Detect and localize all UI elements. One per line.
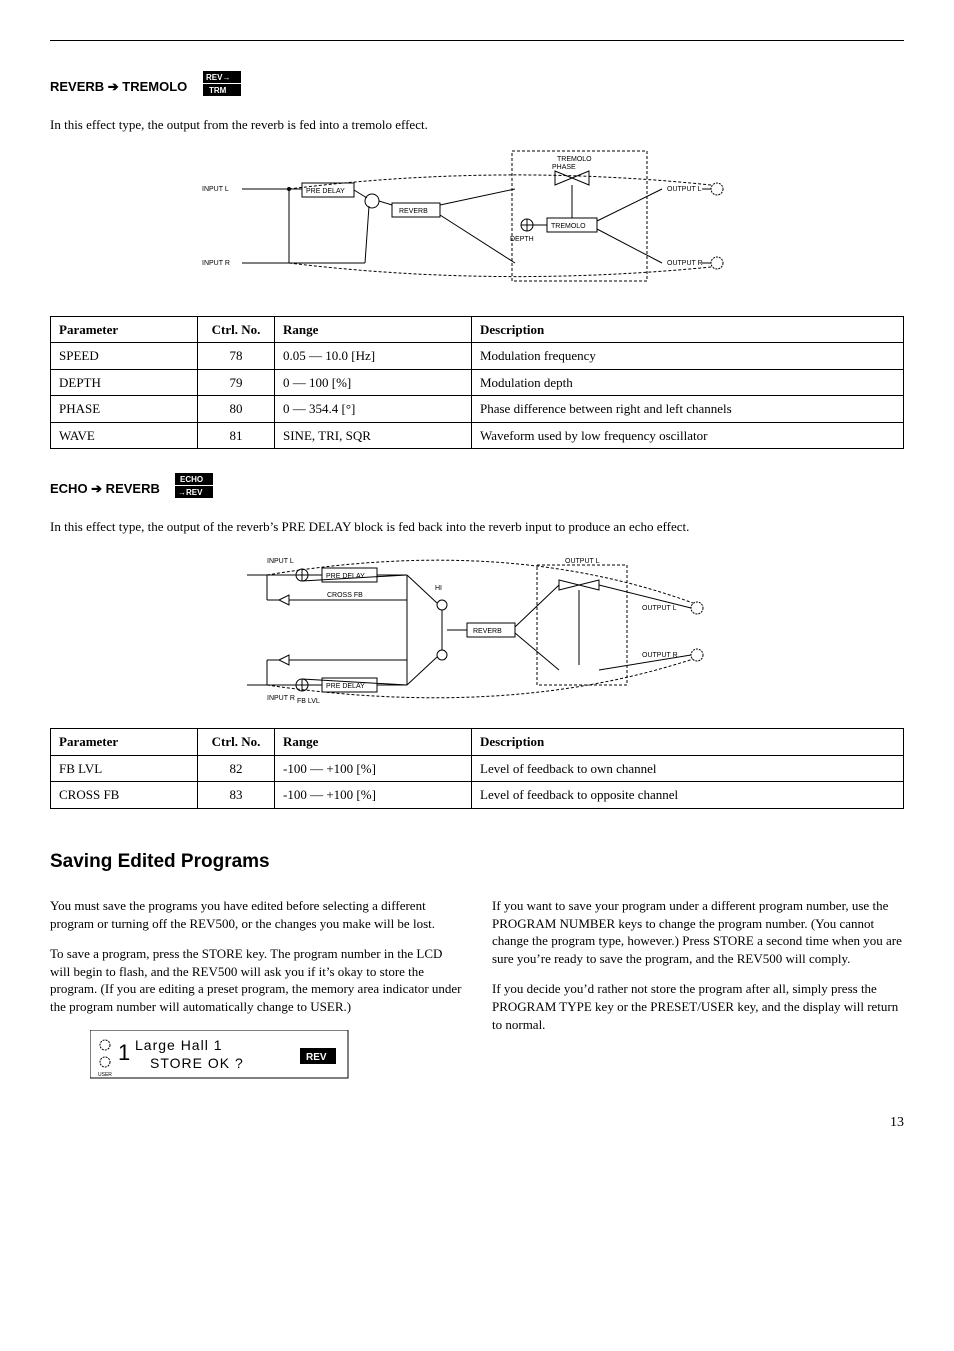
saving-p4: If you decide you’d rather not store the…: [492, 980, 904, 1033]
svg-text:Large Hall 1: Large Hall 1: [135, 1037, 223, 1053]
svg-text:OUTPUT L: OUTPUT L: [667, 186, 702, 193]
table-header-row: Parameter Ctrl. No. Range Description: [51, 316, 904, 343]
section2-icon: ECHO →REV: [175, 473, 215, 504]
table-row: WAVE 81 SINE, TRI, SQR Waveform used by …: [51, 422, 904, 449]
svg-text:OUTPUT R: OUTPUT R: [667, 260, 703, 267]
col-desc: Description: [472, 729, 904, 756]
cell-range: 0 — 100 [%]: [275, 369, 472, 396]
saving-heading: Saving Edited Programs: [50, 849, 904, 875]
svg-text:REV→: REV→: [206, 73, 230, 82]
table-header-row: Parameter Ctrl. No. Range Description: [51, 729, 904, 756]
table-row: SPEED 78 0.05 — 10.0 [Hz] Modulation fre…: [51, 343, 904, 370]
page-number: 13: [50, 1114, 904, 1133]
section-reverb-tremolo: REVERB ➔ TREMOLO REV→ TRM In this effect…: [50, 71, 904, 449]
cell-param: DEPTH: [51, 369, 198, 396]
cell-param: CROSS FB: [51, 782, 198, 809]
saving-columns: You must save the programs you have edit…: [50, 884, 904, 1084]
cell-range: 0.05 — 10.0 [Hz]: [275, 343, 472, 370]
cell-param: FB LVL: [51, 755, 198, 782]
section1-intro: In this effect type, the output from the…: [50, 116, 904, 134]
col-range: Range: [275, 729, 472, 756]
cell-range: -100 — +100 [%]: [275, 782, 472, 809]
cell-ctrl: 78: [198, 343, 275, 370]
table-row: PHASE 80 0 — 354.4 [°] Phase difference …: [51, 396, 904, 423]
section1-diagram: TREMOLO PHASE INPUT L PRE DELAY REVERB: [50, 143, 904, 298]
cell-param: PHASE: [51, 396, 198, 423]
cell-ctrl: 83: [198, 782, 275, 809]
svg-text:INPUT L: INPUT L: [202, 186, 229, 193]
svg-text:1: 1: [118, 1040, 130, 1065]
cell-desc: Level of feedback to own channel: [472, 755, 904, 782]
svg-text:PRE DELAY: PRE DELAY: [306, 188, 345, 195]
svg-text:CROSS FB: CROSS FB: [327, 592, 363, 599]
cell-param: WAVE: [51, 422, 198, 449]
svg-text:USER: USER: [98, 1072, 112, 1078]
col-parameter: Parameter: [51, 316, 198, 343]
svg-text:→REV: →REV: [178, 488, 203, 497]
table-row: FB LVL 82 -100 — +100 [%] Level of feedb…: [51, 755, 904, 782]
svg-text:PHASE: PHASE: [552, 164, 576, 171]
svg-text:ECHO: ECHO: [180, 475, 203, 484]
echo-reverb-diagram: INPUT L INPUT R PRE DELAY PRE DELAY CROS…: [207, 545, 747, 705]
col-parameter: Parameter: [51, 729, 198, 756]
saving-p3: If you want to save your program under a…: [492, 897, 904, 967]
svg-text:TREMOLO: TREMOLO: [557, 156, 592, 163]
cell-ctrl: 80: [198, 396, 275, 423]
svg-text:INPUT L: INPUT L: [267, 558, 294, 565]
col-desc: Description: [472, 316, 904, 343]
cell-param: SPEED: [51, 343, 198, 370]
lcd-display: USER 1 Large Hall 1 STORE OK ? REV: [90, 1030, 462, 1085]
svg-text:OUTPUT L: OUTPUT L: [565, 558, 600, 565]
saving-p2: To save a program, press the STORE key. …: [50, 945, 462, 1015]
svg-text:REVERB: REVERB: [399, 208, 428, 215]
col-ctrl-no: Ctrl. No.: [198, 729, 275, 756]
svg-text:PRE DELAY: PRE DELAY: [326, 683, 365, 690]
cell-desc: Phase difference between right and left …: [472, 396, 904, 423]
svg-text:TREMOLO: TREMOLO: [551, 223, 586, 230]
svg-text:FB LVL: FB LVL: [297, 698, 320, 705]
section1-icon: REV→ TRM: [203, 71, 243, 102]
reverb-tremolo-diagram: TREMOLO PHASE INPUT L PRE DELAY REVERB: [197, 143, 757, 293]
cell-range: SINE, TRI, SQR: [275, 422, 472, 449]
section2-title: ECHO ➔ REVERB: [50, 480, 160, 498]
svg-text:INPUT R: INPUT R: [202, 260, 230, 267]
cell-ctrl: 79: [198, 369, 275, 396]
cell-desc: Level of feedback to opposite channel: [472, 782, 904, 809]
top-rule: [50, 40, 904, 41]
cell-desc: Waveform used by low frequency oscillato…: [472, 422, 904, 449]
saving-p1: You must save the programs you have edit…: [50, 897, 462, 932]
col-ctrl-no: Ctrl. No.: [198, 316, 275, 343]
svg-text:REV: REV: [306, 1052, 327, 1063]
table-row: DEPTH 79 0 — 100 [%] Modulation depth: [51, 369, 904, 396]
svg-text:OUTPUT L: OUTPUT L: [642, 605, 677, 612]
svg-text:STORE OK ?: STORE OK ?: [150, 1055, 244, 1071]
cell-ctrl: 82: [198, 755, 275, 782]
cell-range: -100 — +100 [%]: [275, 755, 472, 782]
cell-desc: Modulation depth: [472, 369, 904, 396]
cell-desc: Modulation frequency: [472, 343, 904, 370]
section2-table: Parameter Ctrl. No. Range Description FB…: [50, 728, 904, 809]
section2-diagram: INPUT L INPUT R PRE DELAY PRE DELAY CROS…: [50, 545, 904, 710]
section-echo-reverb: ECHO ➔ REVERB ECHO →REV In this effect t…: [50, 473, 904, 808]
col-range: Range: [275, 316, 472, 343]
section1-table: Parameter Ctrl. No. Range Description SP…: [50, 316, 904, 450]
saving-col1: You must save the programs you have edit…: [50, 884, 462, 1084]
cell-ctrl: 81: [198, 422, 275, 449]
svg-text:REVERB: REVERB: [473, 628, 502, 635]
saving-col2: If you want to save your program under a…: [492, 884, 904, 1084]
section1-title: REVERB ➔ TREMOLO: [50, 78, 187, 96]
section2-intro: In this effect type, the output of the r…: [50, 518, 904, 536]
svg-text:DEPTH: DEPTH: [510, 236, 534, 243]
svg-text:INPUT R: INPUT R: [267, 695, 295, 702]
table-row: CROSS FB 83 -100 — +100 [%] Level of fee…: [51, 782, 904, 809]
svg-text:HI: HI: [435, 585, 442, 592]
cell-range: 0 — 354.4 [°]: [275, 396, 472, 423]
svg-text:TRM: TRM: [209, 86, 227, 95]
